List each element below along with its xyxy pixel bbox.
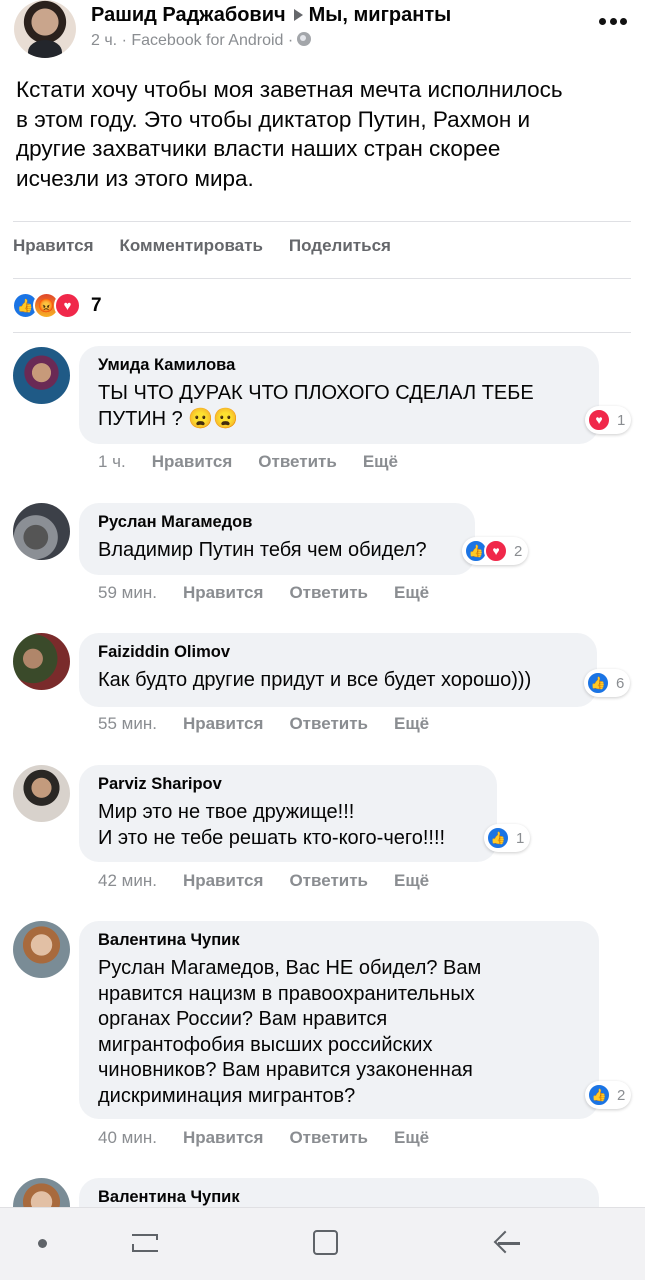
commenter-name[interactable]: Руслан Магамедов (98, 513, 457, 532)
comment-like-button[interactable]: Нравится (152, 452, 233, 472)
comment-reaction-count: 1 (617, 411, 626, 429)
comment-text: Руслан Магамедов, Вас НЕ обидел? Вам нра… (98, 957, 482, 1107)
comment-reactions[interactable]: 👍 1 (484, 824, 531, 852)
post-header: Рашид Раджабович Мы, мигранты 2 ч. · Face… (0, 0, 645, 70)
comment-reply-button[interactable]: Ответить (258, 452, 337, 472)
commenter-name[interactable]: Parviz Sharipov (98, 775, 479, 794)
globe-icon (297, 32, 312, 46)
android-nav-bar (0, 1207, 645, 1280)
comment-meta: 59 мин. Нравится Ответить Ещё (98, 583, 455, 603)
like-reaction-icon: 👍 (587, 1083, 611, 1107)
post-actions: Нравится Комментировать Поделиться (13, 236, 417, 256)
comment-reply-button[interactable]: Ответить (289, 583, 368, 603)
comment-like-button[interactable]: Нравится (183, 583, 264, 603)
post-time[interactable]: 2 ч. (91, 32, 117, 49)
commenter-name[interactable]: Валентина Чупик (98, 1188, 581, 1207)
comment-like-button[interactable]: Нравится (183, 714, 264, 734)
comment-text: Как будто другие придут и все будет хоро… (98, 669, 532, 691)
comment-reaction-count: 2 (514, 542, 523, 560)
comment-meta: 40 мин. Нравится Ответить Ещё (98, 1128, 455, 1148)
commenter-avatar[interactable] (13, 633, 70, 690)
comment-more-button[interactable]: Ещё (394, 714, 429, 734)
author-name[interactable]: Рашид Раджабович (91, 4, 286, 26)
comment-text: Мир это не твое дружище!!! И это не тебе… (98, 801, 446, 849)
divider (13, 221, 631, 222)
comment-meta: 55 мин. Нравится Ответить Ещё (98, 714, 455, 734)
reaction-count: 7 (91, 294, 102, 316)
comment-meta: 42 мин. Нравится Ответить Ещё (98, 871, 455, 891)
more-options-icon[interactable] (599, 18, 627, 26)
comment-time: 55 мин. (98, 714, 157, 733)
comment-reactions[interactable]: 👍 6 (584, 669, 631, 697)
comment-reactions[interactable]: 👍 ♥ 2 (462, 537, 529, 565)
comment-more-button[interactable]: Ещё (394, 1128, 429, 1148)
comment-more-button[interactable]: Ещё (394, 583, 429, 603)
post-meta: 2 ч. · Facebook for Android · (91, 32, 312, 50)
like-reaction-icon: 👍 (586, 671, 610, 695)
love-reaction-icon: ♥ (587, 408, 611, 432)
back-icon[interactable] (493, 1228, 521, 1258)
comment-like-button[interactable]: Нравится (183, 1128, 264, 1148)
share-button[interactable]: Поделиться (289, 236, 391, 256)
comment-bubble[interactable]: Валентина Чупик Руслан Магамедов, Вас НЕ… (79, 921, 599, 1119)
home-icon[interactable] (313, 1230, 338, 1255)
comment-text: ТЫ ЧТО ДУРАК ЧТО ПЛОХОГО СДЕЛАЛ ТЕБЕ ПУТ… (98, 382, 534, 430)
comment-reply-button[interactable]: Ответить (289, 714, 368, 734)
comment-reactions[interactable]: ♥ 1 (585, 406, 632, 434)
love-reaction-icon: ♥ (54, 292, 81, 319)
divider (13, 278, 631, 279)
comment-text: Владимир Путин тебя чем обидел? (98, 539, 427, 561)
comment-meta: 1 ч. Нравится Ответить Ещё (98, 452, 424, 472)
comment-bubble[interactable]: Faiziddin Olimov Как будто другие придут… (79, 633, 597, 707)
comment-reactions[interactable]: 👍 2 (585, 1081, 632, 1109)
commenter-avatar[interactable] (13, 503, 70, 560)
group-name[interactable]: Мы, мигранты (309, 4, 452, 26)
comment-bubble[interactable]: Руслан Магамедов Владимир Путин тебя чем… (79, 503, 475, 575)
comment-reaction-count: 2 (617, 1086, 626, 1104)
love-reaction-icon: ♥ (484, 539, 508, 563)
commenter-name[interactable]: Умида Камилова (98, 356, 581, 375)
commenter-name[interactable]: Валентина Чупик (98, 931, 581, 950)
comment-more-button[interactable]: Ещё (394, 871, 429, 891)
comment-time: 1 ч. (98, 452, 126, 471)
author-avatar[interactable] (14, 0, 76, 58)
divider (13, 332, 631, 333)
comment-time: 42 мин. (98, 871, 157, 890)
comment-button[interactable]: Комментировать (120, 236, 263, 256)
commenter-name[interactable]: Faiziddin Olimov (98, 643, 579, 662)
like-reaction-icon: 👍 (486, 826, 510, 850)
triangle-right-icon (293, 9, 303, 22)
comment-reaction-count: 6 (616, 674, 625, 692)
comment-bubble[interactable]: Умида Камилова ТЫ ЧТО ДУРАК ЧТО ПЛОХОГО … (79, 346, 599, 444)
author-line: Рашид Раджабович Мы, мигранты (91, 4, 451, 27)
comment-time: 59 мин. (98, 583, 157, 602)
post-text: Кстати хочу чтобы моя заветная мечта исп… (16, 77, 563, 191)
comment-more-button[interactable]: Ещё (363, 452, 398, 472)
commenter-avatar[interactable] (13, 921, 70, 978)
recent-apps-icon[interactable] (130, 1230, 160, 1256)
comment-like-button[interactable]: Нравится (183, 871, 264, 891)
assistant-dot-icon[interactable] (38, 1239, 47, 1248)
commenter-avatar[interactable] (13, 347, 70, 404)
comment-reply-button[interactable]: Ответить (289, 1128, 368, 1148)
comment-bubble[interactable]: Parviz Sharipov Мир это не твое дружище!… (79, 765, 497, 862)
like-button[interactable]: Нравится (13, 236, 94, 256)
comment-time: 40 мин. (98, 1128, 157, 1147)
comment-reply-button[interactable]: Ответить (289, 871, 368, 891)
commenter-avatar[interactable] (13, 765, 70, 822)
comment-reaction-count: 1 (516, 829, 525, 847)
post-source: Facebook for Android (131, 32, 284, 49)
reactions-summary[interactable]: 👍 😡 ♥ 7 (12, 292, 102, 319)
